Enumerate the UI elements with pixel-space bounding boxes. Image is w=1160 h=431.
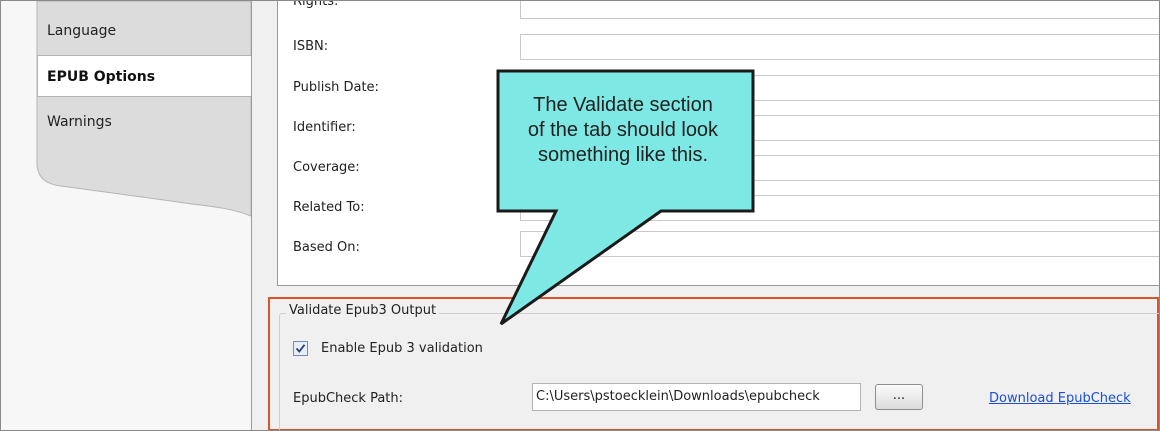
tab-strip: Language EPUB Options Warnings bbox=[1, 1, 251, 430]
validate-group-title: Validate Epub3 Output bbox=[286, 303, 440, 318]
browse-button[interactable]: ... bbox=[875, 384, 923, 410]
download-epubcheck-link[interactable]: Download EpubCheck bbox=[989, 391, 1131, 406]
epubcheck-path-input[interactable]: C:\Users\pstoecklein\Downloads\epubcheck bbox=[532, 383, 861, 411]
checkmark-icon bbox=[295, 344, 306, 353]
tab-warnings[interactable]: Warnings bbox=[47, 114, 112, 130]
enable-validation-label[interactable]: Enable Epub 3 validation bbox=[321, 341, 483, 356]
tab-epub-options[interactable]: EPUB Options bbox=[47, 69, 155, 85]
epub-options-window: Language EPUB Options Warnings Rights: I… bbox=[0, 0, 1160, 431]
rights-label: Rights: bbox=[293, 0, 339, 9]
callout-line: something like this. bbox=[537, 144, 709, 166]
validate-groupbox bbox=[279, 313, 1159, 430]
related-to-label: Related To: bbox=[293, 200, 365, 215]
related-to-field[interactable] bbox=[520, 195, 1159, 221]
coverage-label: Coverage: bbox=[293, 160, 360, 175]
enable-validation-checkbox[interactable] bbox=[293, 341, 308, 356]
rights-field[interactable] bbox=[520, 1, 1159, 19]
isbn-label: ISBN: bbox=[293, 39, 329, 54]
based-on-field[interactable] bbox=[520, 231, 1159, 257]
callout-line: of the tab should look bbox=[527, 119, 719, 141]
tab-language[interactable]: Language bbox=[47, 23, 116, 39]
publish-date-label: Publish Date: bbox=[293, 80, 379, 95]
epubcheck-path-label: EpubCheck Path: bbox=[293, 391, 404, 406]
based-on-label: Based On: bbox=[293, 240, 360, 255]
callout-line: The Validate section bbox=[533, 94, 713, 116]
identifier-label: Identifier: bbox=[293, 120, 356, 135]
callout-text: The Validate section of the tab should l… bbox=[499, 93, 747, 168]
isbn-field[interactable] bbox=[520, 34, 1159, 60]
